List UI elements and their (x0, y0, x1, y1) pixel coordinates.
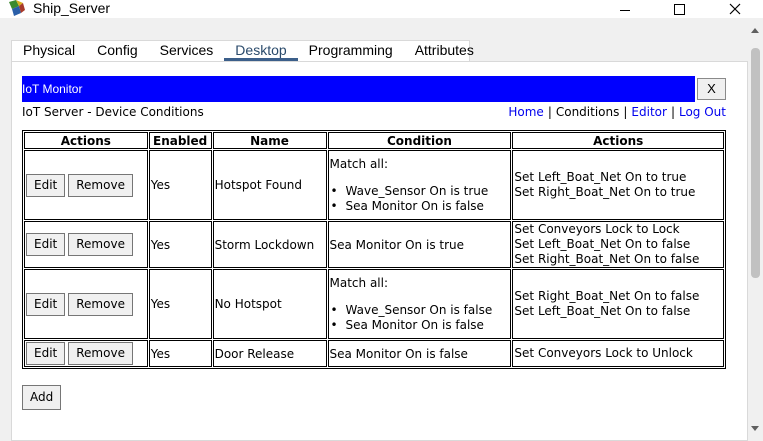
condition-cell: Match all: Wave_Sensor On is true Sea Mo… (327, 150, 512, 220)
remove-button[interactable]: Remove (68, 233, 133, 256)
row-actions-cell: Edit Remove (24, 221, 148, 268)
table-row: Edit Remove Yes Door Release Sea Monitor … (24, 340, 724, 367)
remove-button[interactable]: Remove (68, 292, 133, 316)
actions-cell: Set Conveyors Lock to Unlock (512, 340, 724, 367)
device-tab-bar: Physical Config Services Desktop Program… (11, 40, 474, 61)
column-header-enabled: Enabled (148, 132, 212, 149)
column-header-actions: Actions (24, 132, 148, 149)
action-item: Set Left_Boat_Net On to false (514, 237, 691, 251)
add-condition-button[interactable]: Add (22, 385, 62, 410)
window-title: Ship_Server (33, 0, 111, 16)
enabled-cell: Yes (148, 269, 212, 339)
nav-separator: | (670, 105, 675, 119)
edit-button[interactable]: Edit (26, 173, 66, 197)
maximize-button[interactable] (656, 0, 702, 18)
action-item: Set Right_Boat_Net On to true (514, 185, 696, 199)
column-header-result-actions: Actions (512, 132, 724, 149)
nav-editor-link[interactable]: Editor (631, 105, 667, 119)
action-item: Set Left_Boat_Net On to true (514, 170, 687, 184)
table-row: Edit Remove Yes Hotspot Found Match all: … (24, 150, 724, 220)
actions-cell: Set Left_Boat_Net On to true Set Right_B… (512, 150, 724, 220)
tab-desktop[interactable]: Desktop (224, 41, 298, 61)
condition-cell: Sea Monitor On is true (327, 221, 512, 268)
table-row: EditRemove Yes No Hotspot Match all: Wav… (24, 269, 724, 339)
iot-monitor-header: IoT Monitor (22, 76, 695, 102)
page-subheader: IoT Server - Device Conditions (22, 105, 204, 119)
condition-match-label: Match all: (329, 275, 389, 290)
enabled-cell: Yes (148, 150, 212, 220)
scrollbar-thumb[interactable] (751, 48, 760, 278)
name-cell: No Hotspot (212, 269, 327, 339)
nav-separator: | (623, 105, 628, 119)
conditions-table: Actions Enabled Name Condition Actions E… (22, 130, 726, 369)
condition-item: Wave_Sensor On is true (330, 184, 510, 199)
tab-programming[interactable]: Programming (298, 41, 404, 61)
tab-physical[interactable]: Physical (12, 41, 86, 61)
scroll-down-arrow-icon[interactable] (751, 426, 759, 431)
scroll-up-arrow-icon[interactable] (751, 28, 759, 33)
close-icon (729, 3, 741, 15)
edit-button[interactable]: Edit (26, 233, 66, 256)
maximize-icon (673, 3, 685, 15)
name-cell: Storm Lockdown (212, 221, 327, 268)
column-header-condition: Condition (327, 132, 512, 149)
minimize-icon (620, 9, 630, 11)
condition-item: Wave_Sensor On is false (330, 303, 510, 318)
nav-separator: | (547, 105, 552, 119)
actions-cell: Set Conveyors Lock to Lock Set Left_Boat… (512, 221, 724, 268)
name-cell: Door Release (212, 340, 327, 367)
row-actions-cell: Edit Remove (24, 150, 148, 220)
action-item: Set Left_Boat_Net On to false (514, 304, 691, 318)
nav-conditions-link[interactable]: Conditions (556, 105, 620, 119)
tab-config[interactable]: Config (86, 41, 148, 61)
tab-services[interactable]: Services (149, 41, 225, 61)
action-item: Set Conveyors Lock to Unlock (514, 346, 693, 360)
row-actions-cell: Edit Remove (24, 340, 148, 367)
row-actions-cell: Edit Remove (24, 269, 148, 339)
action-item: Set Right_Boat_Net On to false (514, 252, 700, 266)
enabled-cell: Yes (148, 221, 212, 268)
window-titlebar: Ship_Server (0, 0, 763, 18)
action-item: Set Conveyors Lock to Lock (514, 222, 680, 236)
edit-button[interactable]: Edit (26, 292, 66, 316)
condition-cell: Sea Monitor On is false (327, 340, 512, 367)
name-cell: Hotspot Found (212, 150, 327, 220)
condition-item: Sea Monitor On is false (330, 199, 510, 214)
table-row: Edit Remove Yes Storm Lockdown Sea Monito… (24, 221, 724, 268)
vertical-scrollbar[interactable] (748, 18, 763, 441)
condition-cell: Match all: Wave_Sensor On is false Sea M… (327, 269, 512, 339)
remove-button[interactable]: Remove (68, 173, 133, 197)
iot-nav-links: Home | Conditions | Editor | Log Out (508, 105, 726, 119)
table-header-row: Actions Enabled Name Condition Actions (24, 132, 724, 149)
nav-logout-link[interactable]: Log Out (679, 105, 726, 119)
minimize-button[interactable] (602, 0, 648, 18)
packet-tracer-server-icon (9, 0, 25, 16)
iot-monitor-close-button[interactable]: X (697, 78, 726, 100)
tab-attributes[interactable]: Attributes (404, 41, 485, 61)
close-window-button[interactable] (712, 0, 758, 18)
column-header-name: Name (212, 132, 327, 149)
enabled-cell: Yes (148, 340, 212, 367)
edit-button[interactable]: Edit (26, 342, 66, 365)
action-item: Set Right_Boat_Net On to false (514, 289, 700, 303)
actions-cell: Set Right_Boat_Net On to false Set Left_… (512, 269, 724, 339)
condition-item: Sea Monitor On is false (330, 318, 510, 333)
condition-match-label: Match all: (329, 156, 389, 171)
nav-home-link[interactable]: Home (508, 105, 543, 119)
iot-monitor-title: IoT Monitor (22, 82, 83, 96)
remove-button[interactable]: Remove (68, 342, 133, 365)
